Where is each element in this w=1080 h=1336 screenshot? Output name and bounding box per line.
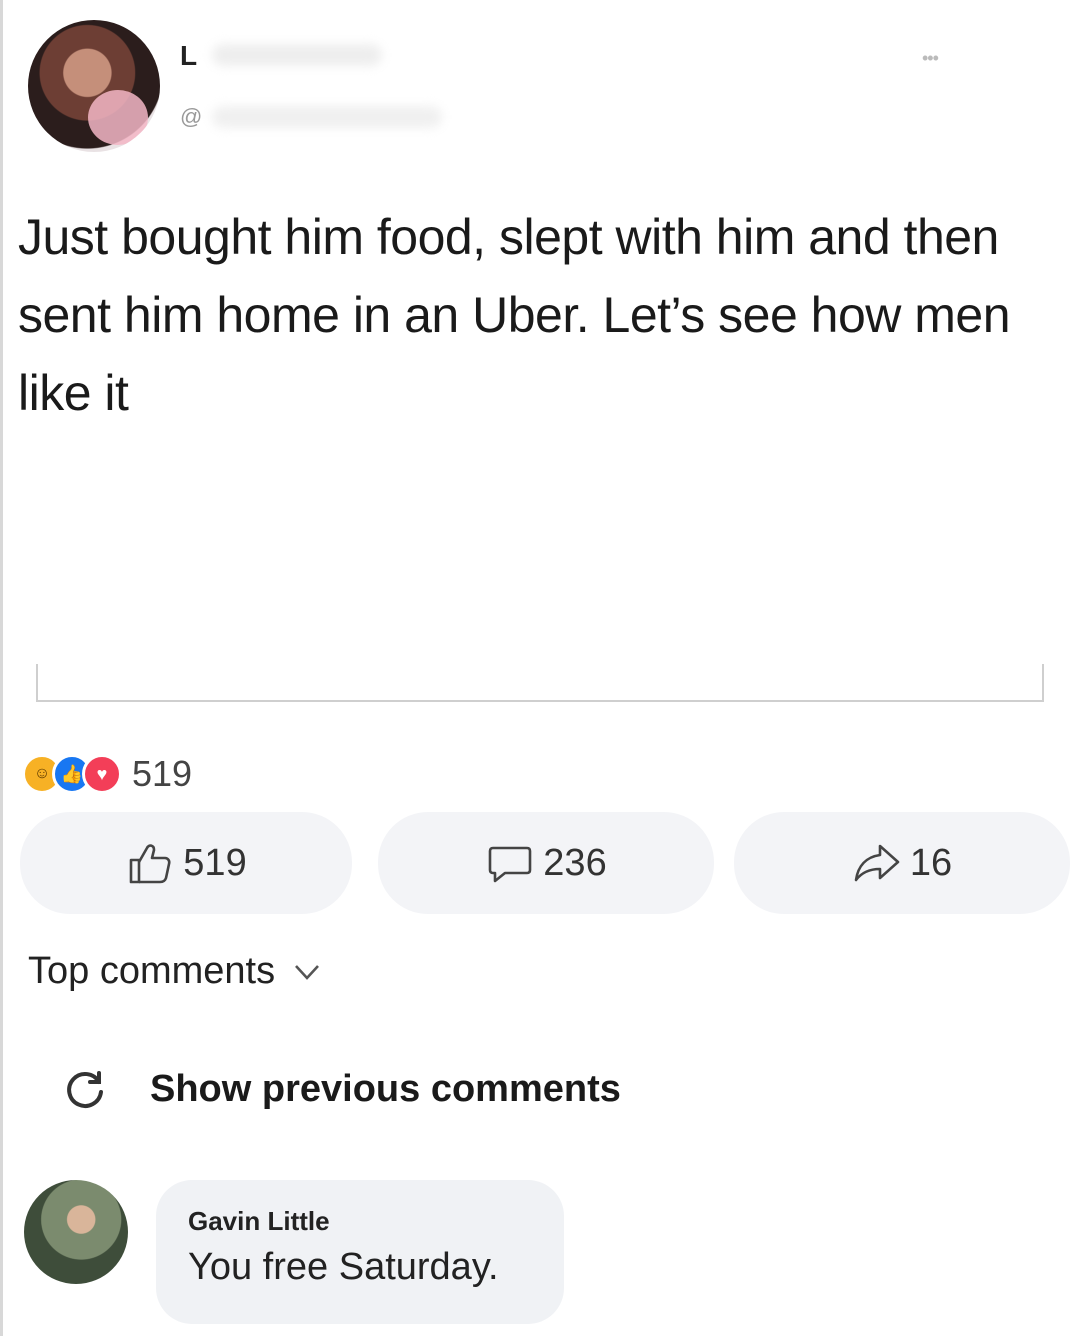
comment-count: 236 (543, 841, 607, 884)
refresh-icon (67, 1071, 103, 1108)
tweet-author-avatar[interactable] (28, 20, 160, 152)
like-count: 519 (183, 841, 247, 884)
tweet-author-handle[interactable]: @ (180, 104, 202, 130)
comment-icon (488, 846, 532, 883)
more-options-icon[interactable]: ••• (922, 48, 939, 69)
chevron-down-icon (295, 964, 320, 980)
share-icon (854, 844, 900, 882)
frame-edge (0, 0, 3, 1336)
tweet-author-handle-redacted (212, 106, 442, 128)
comments-sort-label: Top comments (28, 950, 276, 992)
reaction-count: 519 (132, 753, 193, 794)
comment-author-name[interactable]: Gavin Little (188, 1206, 330, 1237)
tweet-author-name-redacted (212, 44, 382, 66)
tweet-text: Just bought him food, slept with him and… (18, 209, 1011, 421)
comments-sort-dropdown[interactable]: Top comments (28, 950, 321, 993)
comment-text: You free Saturday. (188, 1246, 499, 1288)
thumbs-up-icon (129, 844, 171, 884)
share-count: 16 (909, 841, 953, 884)
show-previous-comments-label: Show previous comments (150, 1067, 621, 1110)
share-button[interactable]: 16 (734, 812, 1070, 914)
comment-bubble: Gavin Little You free Saturday. (156, 1180, 564, 1324)
commenter-avatar[interactable] (24, 1180, 128, 1284)
link-preview-card[interactable] (36, 664, 1044, 702)
comment-button[interactable]: 236 (378, 812, 714, 914)
reactions-summary[interactable]: ☺ 👍 ♥ 519 (22, 752, 192, 796)
love-icon: ♥ (82, 754, 122, 794)
show-previous-comments-button[interactable]: Show previous comments (62, 1066, 621, 1112)
tweet-author-name[interactable]: L (180, 40, 197, 72)
like-button[interactable]: 519 (20, 812, 352, 914)
